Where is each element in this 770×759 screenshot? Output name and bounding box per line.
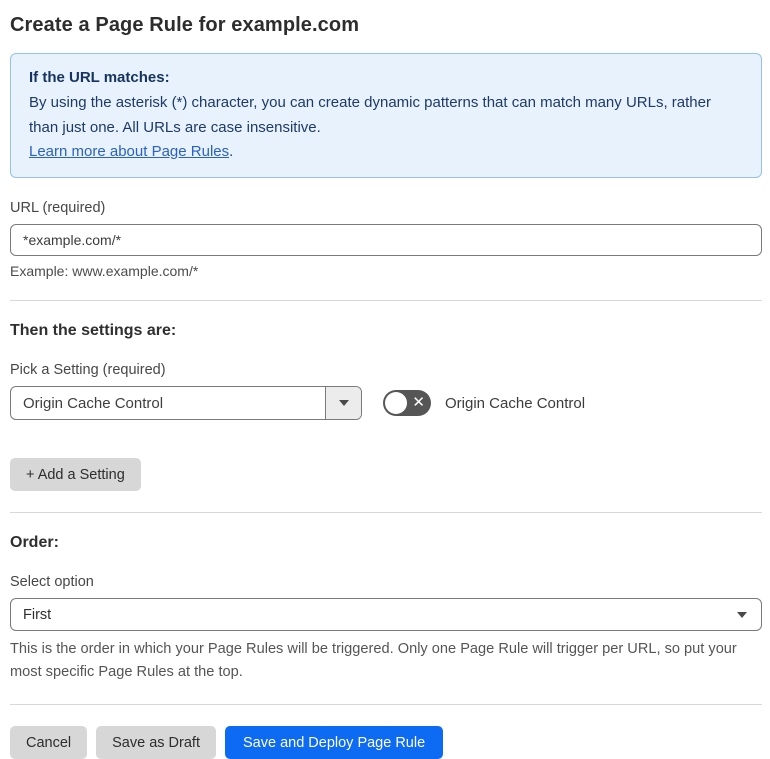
setting-row: Origin Cache Control ✕ Origin Cache Cont… [10, 386, 762, 421]
link-suffix: . [229, 142, 234, 160]
divider [10, 300, 762, 302]
page-rule-form: Create a Page Rule for example.com If th… [0, 0, 770, 759]
divider [10, 512, 762, 514]
divider [10, 704, 762, 706]
cancel-button[interactable]: Cancel [10, 726, 88, 759]
chevron-down-icon [737, 611, 747, 618]
order-select[interactable]: First [10, 598, 762, 632]
save-as-draft-button[interactable]: Save as Draft [96, 726, 216, 759]
add-setting-button[interactable]: + Add a Setting [10, 458, 141, 492]
info-box-heading: If the URL matches: [29, 69, 170, 86]
url-match-info-box: If the URL matches: By using the asteris… [10, 53, 762, 179]
order-select-value: First [23, 606, 52, 623]
order-section-heading: Order: [10, 534, 59, 552]
setting-select-arrow-button[interactable] [325, 387, 361, 420]
origin-cache-control-toggle[interactable]: ✕ [383, 390, 431, 417]
url-field-label: URL (required) [10, 200, 106, 217]
url-input[interactable] [10, 224, 762, 257]
toggle-label: Origin Cache Control [445, 394, 586, 412]
order-description: This is the order in which your Page Rul… [10, 641, 737, 680]
toggle-off-x-icon: ✕ [412, 394, 425, 412]
setting-select[interactable]: Origin Cache Control [10, 386, 362, 421]
settings-section-heading: Then the settings are: [10, 322, 177, 340]
form-actions: Cancel Save as Draft Save and Deploy Pag… [10, 726, 762, 759]
info-box-body: By using the asterisk (*) character, you… [29, 94, 711, 136]
page-title: Create a Page Rule for example.com [10, 14, 360, 36]
setting-select-value: Origin Cache Control [23, 394, 164, 412]
info-box-link-line: Learn more about Page Rules. [29, 140, 743, 164]
pick-setting-label: Pick a Setting (required) [10, 362, 166, 379]
url-field-hint: Example: www.example.com/* [10, 263, 199, 280]
learn-more-link[interactable]: Learn more about Page Rules [29, 143, 229, 160]
save-and-deploy-button[interactable]: Save and Deploy Page Rule [224, 726, 444, 759]
toggle-knob [385, 392, 407, 415]
chevron-down-icon [338, 400, 349, 407]
order-select-label: Select option [10, 574, 94, 591]
